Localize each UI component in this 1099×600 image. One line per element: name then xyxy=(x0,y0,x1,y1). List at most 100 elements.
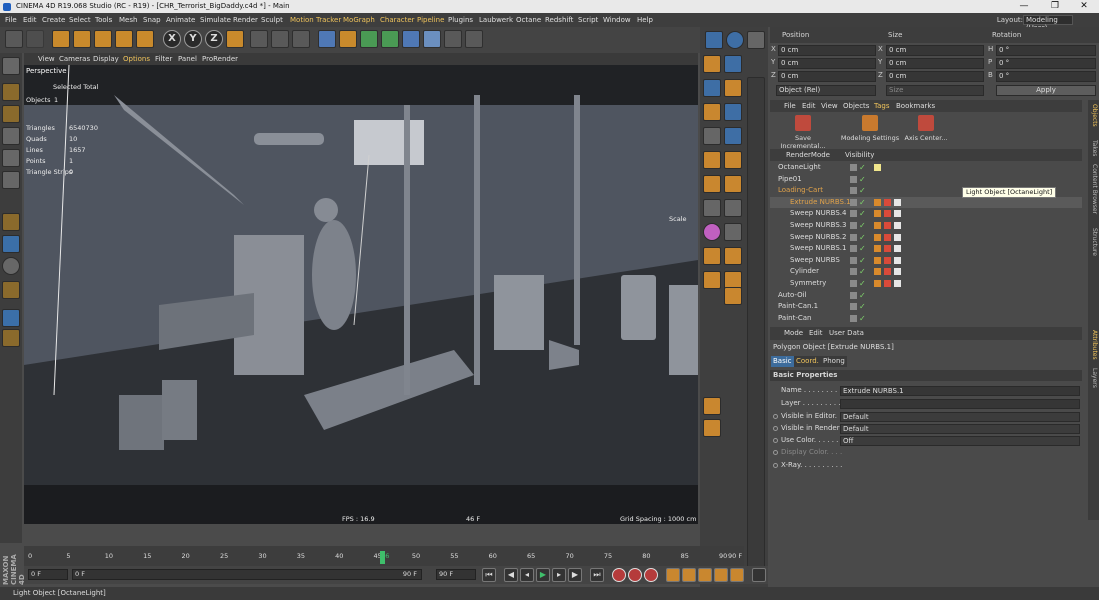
layout-select[interactable]: Modeling (User) xyxy=(1023,15,1073,32)
model-mode-icon[interactable] xyxy=(2,83,20,101)
locked-workplane-icon[interactable] xyxy=(2,329,20,347)
enable-check-icon[interactable]: ✓ xyxy=(859,174,866,186)
material-tag-icon[interactable] xyxy=(894,198,901,206)
rotation-p-field[interactable]: 0 ° xyxy=(996,58,1096,69)
previous-frame-icon[interactable]: ◂ xyxy=(520,568,534,582)
autokey-icon[interactable] xyxy=(628,568,642,582)
menu-motion-tracker[interactable]: Motion Tracker xyxy=(290,13,341,27)
enable-check-icon[interactable]: ✓ xyxy=(859,301,866,313)
animate-radio-icon[interactable] xyxy=(773,450,778,455)
enable-axis-icon[interactable] xyxy=(2,213,20,231)
cube-icon[interactable] xyxy=(318,30,336,48)
visibility-toggle[interactable] xyxy=(850,187,857,195)
timeline-menu-icon[interactable] xyxy=(752,568,766,582)
side-tab-attributes[interactable]: Attributes xyxy=(1089,330,1098,360)
object-row[interactable]: Sweep NURBS.1 ✓ xyxy=(770,243,1082,255)
object-row[interactable]: Paint-Can ✓ xyxy=(770,313,1082,325)
rotation-b-field[interactable]: 0 ° xyxy=(996,71,1096,82)
parameter-key-icon[interactable] xyxy=(714,568,728,582)
visibility-toggle[interactable] xyxy=(850,256,857,264)
2d-view-icon[interactable] xyxy=(724,127,742,145)
apply-button[interactable]: Apply xyxy=(996,85,1096,96)
bevel-icon[interactable] xyxy=(703,127,721,145)
coordinate-system-icon[interactable] xyxy=(226,30,244,48)
menu-pipeline[interactable]: Pipeline xyxy=(417,13,444,27)
menu-simulate[interactable]: Simulate xyxy=(200,13,231,27)
om-menu-objects[interactable]: Objects xyxy=(843,100,869,112)
rotation-key-icon[interactable] xyxy=(698,568,712,582)
y-axis-lock-icon[interactable]: Y xyxy=(184,30,202,48)
menu-snap[interactable]: Snap xyxy=(143,13,161,27)
om-menu-tags[interactable]: Tags xyxy=(874,100,890,112)
menu-help[interactable]: Help xyxy=(637,13,653,27)
om-menu-edit[interactable]: Edit xyxy=(802,100,816,112)
menu-file[interactable]: File xyxy=(5,13,17,27)
go-to-end-icon[interactable]: ⏭ xyxy=(590,568,604,582)
scale-key-icon[interactable] xyxy=(682,568,696,582)
psr-icon[interactable] xyxy=(724,55,742,73)
visibility-toggle[interactable] xyxy=(850,268,857,276)
go-to-start-icon[interactable]: ⏮ xyxy=(482,568,496,582)
tweak-icon[interactable] xyxy=(2,235,20,253)
pla-key-icon[interactable] xyxy=(730,568,744,582)
om-menu-view[interactable]: View xyxy=(821,100,838,112)
floor-icon[interactable] xyxy=(423,30,441,48)
melt-icon[interactable] xyxy=(703,271,721,289)
enable-check-icon[interactable]: ✓ xyxy=(859,208,866,220)
material-tag-icon[interactable] xyxy=(874,198,881,206)
enable-check-icon[interactable]: ✓ xyxy=(859,185,866,197)
menu-plugins[interactable]: Plugins xyxy=(448,13,473,27)
object-row[interactable]: Pipe01 ✓ xyxy=(770,174,1082,186)
attribute-value[interactable]: Extrude NURBS.1 xyxy=(840,386,1080,396)
record-icon[interactable] xyxy=(612,568,626,582)
visibility-toggle[interactable] xyxy=(850,303,857,311)
object-row[interactable]: Extrude NURBS.1 ✓ xyxy=(770,196,1082,209)
object-row[interactable]: OctaneLight ✓ xyxy=(770,162,1082,174)
material-tag-icon[interactable] xyxy=(884,198,891,206)
position-key-icon[interactable] xyxy=(666,568,680,582)
menu-tools[interactable]: Tools xyxy=(95,13,112,27)
object-row[interactable]: Cylinder ✓ xyxy=(770,266,1082,278)
previous-key-icon[interactable]: ◀ xyxy=(504,568,518,582)
range-slider[interactable]: 0 F 90 F xyxy=(72,569,422,580)
side-tab-structure[interactable]: Structure xyxy=(1089,228,1098,256)
attr-menu-user-data[interactable]: User Data xyxy=(829,327,864,340)
maximize-button[interactable]: ❐ xyxy=(1040,0,1070,13)
attr-tab-basic[interactable]: Basic xyxy=(771,356,794,367)
keyframe-selection-icon[interactable] xyxy=(644,568,658,582)
attribute-value[interactable]: Off xyxy=(840,436,1080,446)
om-menu-bookmarks[interactable]: Bookmarks xyxy=(896,100,935,112)
next-frame-icon[interactable]: ▸ xyxy=(552,568,566,582)
side-tab-objects[interactable]: Objects xyxy=(1089,104,1098,127)
material-tag-icon[interactable] xyxy=(874,256,881,264)
enable-check-icon[interactable]: ✓ xyxy=(859,278,866,290)
animate-radio-icon[interactable] xyxy=(773,414,778,419)
viewport-menu-options[interactable]: Options xyxy=(123,53,150,65)
object-row[interactable]: Symmetry ✓ xyxy=(770,278,1082,290)
material-tag-icon[interactable] xyxy=(894,268,901,276)
material-tag-icon[interactable] xyxy=(894,245,901,253)
material-tag-icon[interactable] xyxy=(884,268,891,276)
menu-render[interactable]: Render xyxy=(233,13,258,27)
menu-laubwerk[interactable]: Laubwerk xyxy=(479,13,513,27)
position-z-field[interactable]: 0 cm xyxy=(778,71,876,82)
knife-icon[interactable] xyxy=(703,55,721,73)
viewport-menu-view[interactable]: View xyxy=(38,53,55,65)
rotation-h-field[interactable]: 0 ° xyxy=(996,45,1096,56)
visibility-toggle[interactable] xyxy=(850,210,857,218)
enable-check-icon[interactable]: ✓ xyxy=(859,243,866,255)
om-menu-file[interactable]: File xyxy=(784,100,796,112)
side-tab-takes[interactable]: Takes xyxy=(1089,140,1098,156)
sweep-tool-icon[interactable] xyxy=(703,175,721,193)
perspective-viewport[interactable]: Perspective Selected Total Objects 1 Tri… xyxy=(24,65,698,524)
material-tag-icon[interactable] xyxy=(884,210,891,218)
size-y-field[interactable]: 0 cm xyxy=(886,58,984,69)
rotate-icon[interactable] xyxy=(115,30,133,48)
lathe-tool-icon[interactable] xyxy=(724,175,742,193)
visibility-toggle[interactable] xyxy=(850,222,857,229)
menu-octane[interactable]: Octane xyxy=(516,13,541,27)
visibility-toggle[interactable] xyxy=(850,175,857,183)
attr-menu-mode[interactable]: Mode xyxy=(784,327,803,340)
modeling-settings-button[interactable]: Modeling Settings xyxy=(838,115,902,147)
edges-mode-icon[interactable] xyxy=(2,149,20,167)
